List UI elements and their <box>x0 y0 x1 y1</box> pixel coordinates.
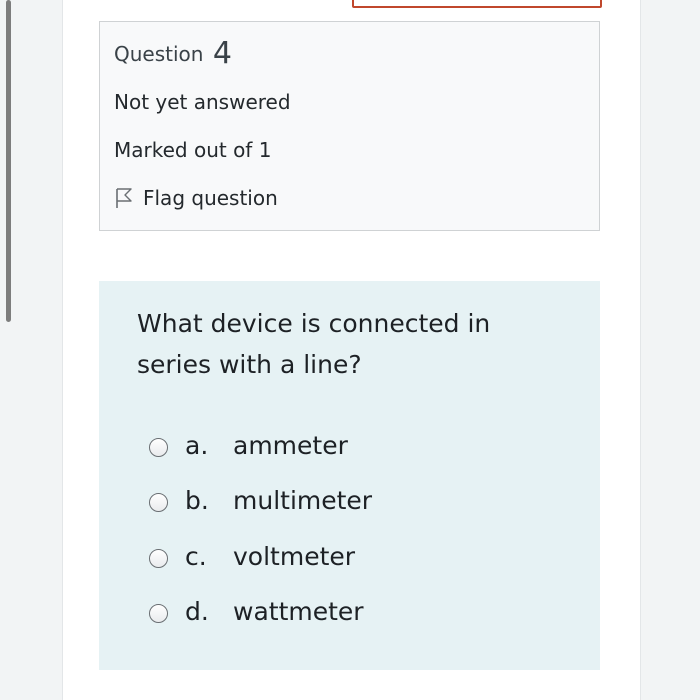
flag-outline-icon <box>116 188 132 208</box>
option-label: ammeter <box>233 430 348 460</box>
option-label: multimeter <box>233 485 373 515</box>
question-text: What device is connected in series with … <box>137 309 491 379</box>
radio-button-b[interactable] <box>149 492 168 512</box>
answer-option-a[interactable]: a. ammeter <box>149 427 348 463</box>
answer-option-b[interactable]: b. multimeter <box>149 482 372 518</box>
question-state: Not yet answered <box>114 90 291 114</box>
question-number-heading: Question 4 <box>114 36 232 71</box>
radio-button-a[interactable] <box>149 437 168 457</box>
radio-button-c[interactable] <box>149 548 168 568</box>
flag-question-label: Flag question <box>143 186 278 210</box>
option-letter: c. <box>185 541 207 571</box>
page-scrollbar[interactable] <box>6 0 11 322</box>
question-number: 4 <box>212 36 232 71</box>
question-info-panel: Question 4 Not yet answered Marked out o… <box>99 21 600 231</box>
question-content: What device is connected in series with … <box>99 281 600 670</box>
option-label: voltmeter <box>233 541 356 571</box>
option-letter: b. <box>185 485 209 515</box>
question-grade: Marked out of 1 <box>114 138 272 162</box>
option-letter: a. <box>185 430 209 460</box>
flag-question-link[interactable]: Flag question <box>114 186 278 210</box>
radio-button-d[interactable] <box>149 603 168 623</box>
question-title-prefix: Question <box>114 42 204 66</box>
previous-element-box <box>352 0 602 8</box>
option-label: wattmeter <box>233 596 364 626</box>
option-letter: d. <box>185 596 209 626</box>
answer-option-d[interactable]: d. wattmeter <box>149 593 364 629</box>
answer-option-c[interactable]: c. voltmeter <box>149 538 355 574</box>
